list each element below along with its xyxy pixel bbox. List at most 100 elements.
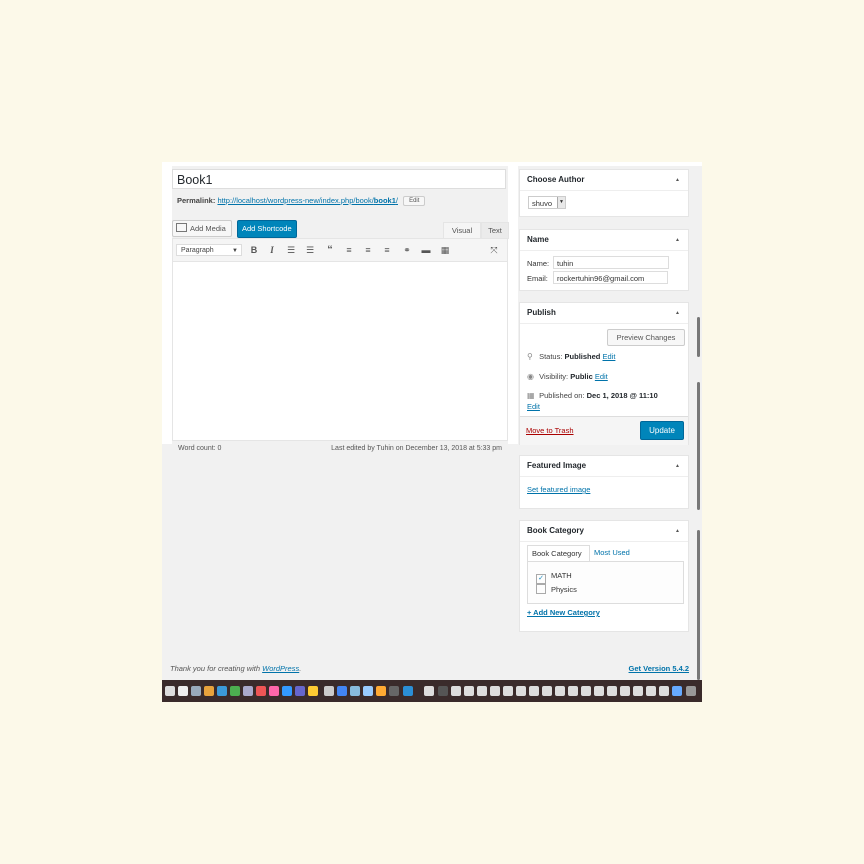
permalink-edit-button[interactable]: Edit <box>403 196 426 207</box>
editor-content-area[interactable] <box>172 261 508 441</box>
window-icon[interactable] <box>568 686 578 696</box>
italic-icon[interactable]: I <box>266 243 278 257</box>
collapse-toggle-icon[interactable]: ▲ <box>675 456 680 476</box>
window-icon[interactable] <box>581 686 591 696</box>
window-icon[interactable] <box>503 686 513 696</box>
app-icon[interactable] <box>324 686 334 696</box>
post-title-input[interactable]: Book1 <box>172 169 506 189</box>
app-icon[interactable] <box>308 686 318 696</box>
app-icon[interactable] <box>256 686 266 696</box>
tab-visual[interactable]: Visual <box>443 222 481 239</box>
permalink-link[interactable]: http://localhost/wordpress-new/index.php… <box>217 196 398 205</box>
wordpress-link[interactable]: WordPress <box>262 664 299 673</box>
name-input[interactable]: tuhin <box>553 256 669 269</box>
email-input[interactable]: rockertuhin96@gmail.com <box>553 271 668 284</box>
status-edit-link[interactable]: Edit <box>602 352 615 361</box>
publish-title-text: Publish <box>527 308 556 317</box>
choose-author-title[interactable]: Choose Author ▲ <box>520 170 688 191</box>
app-icon[interactable] <box>243 686 253 696</box>
toolbar-toggle-icon[interactable]: ▦ <box>439 243 451 257</box>
publish-actions: Move to Trash Update <box>520 416 688 445</box>
get-version-link[interactable]: Get Version 5.4.2 <box>629 664 689 673</box>
book-category-title[interactable]: Book Category ▲ <box>520 521 688 542</box>
checkbox-icon[interactable] <box>536 584 546 594</box>
window-icon[interactable] <box>490 686 500 696</box>
category-item-label: Physics <box>551 585 577 594</box>
blockquote-icon[interactable]: “ <box>324 243 336 257</box>
window-icon[interactable] <box>451 686 461 696</box>
app-icon[interactable] <box>204 686 214 696</box>
window-icon[interactable] <box>646 686 656 696</box>
window-icon[interactable] <box>594 686 604 696</box>
app-icon[interactable] <box>403 686 413 696</box>
trash-icon[interactable] <box>686 686 696 696</box>
align-left-icon[interactable]: ≡ <box>343 243 355 257</box>
move-to-trash-link[interactable]: Move to Trash <box>526 426 574 435</box>
window-icon[interactable] <box>477 686 487 696</box>
numbered-list-icon[interactable]: ☰ <box>304 243 316 257</box>
scrollbar-thumb[interactable] <box>697 530 700 680</box>
published-label: Published on: <box>539 391 585 400</box>
tab-book-category[interactable]: Book Category <box>527 545 590 561</box>
app-icon[interactable] <box>438 686 448 696</box>
app-icon[interactable] <box>178 686 188 696</box>
app-icon[interactable] <box>191 686 201 696</box>
window-icon[interactable] <box>607 686 617 696</box>
update-button[interactable]: Update <box>640 421 684 440</box>
scrollbar-thumb[interactable] <box>697 317 700 357</box>
app-icon[interactable] <box>295 686 305 696</box>
published-edit-link[interactable]: Edit <box>527 402 540 411</box>
app-icon[interactable] <box>269 686 279 696</box>
chevron-down-icon: ▼ <box>557 197 565 208</box>
read-more-icon[interactable]: ▬ <box>420 243 432 257</box>
link-icon[interactable]: ⚭ <box>401 243 413 257</box>
add-shortcode-button[interactable]: Add Shortcode <box>237 220 297 238</box>
window-icon[interactable] <box>464 686 474 696</box>
app-icon[interactable] <box>230 686 240 696</box>
align-right-icon[interactable]: ≡ <box>381 243 393 257</box>
name-box-title[interactable]: Name ▲ <box>520 230 688 251</box>
category-item-math[interactable]: ✓ MATH <box>536 571 572 584</box>
format-select[interactable]: Paragraph ▼ <box>176 244 242 256</box>
app-icon[interactable] <box>376 686 386 696</box>
category-item-physics[interactable]: Physics <box>536 584 577 594</box>
tab-text[interactable]: Text <box>481 222 509 239</box>
window-icon[interactable] <box>633 686 643 696</box>
featured-image-title[interactable]: Featured Image ▲ <box>520 456 688 477</box>
finder-icon[interactable] <box>165 686 175 696</box>
app-icon[interactable] <box>282 686 292 696</box>
bullet-list-icon[interactable]: ☰ <box>285 243 297 257</box>
app-icon[interactable] <box>672 686 682 696</box>
choose-author-box: Choose Author ▲ shuvo ▼ <box>519 169 689 217</box>
app-icon[interactable] <box>389 686 399 696</box>
window-icon[interactable] <box>659 686 669 696</box>
align-center-icon[interactable]: ≡ <box>362 243 374 257</box>
collapse-toggle-icon[interactable]: ▲ <box>675 230 680 250</box>
checkbox-checked-icon[interactable]: ✓ <box>536 574 546 584</box>
window-icon[interactable] <box>542 686 552 696</box>
collapse-toggle-icon[interactable]: ▲ <box>675 521 680 541</box>
window-icon[interactable] <box>529 686 539 696</box>
tab-most-used[interactable]: Most Used <box>594 545 630 561</box>
window-icon[interactable] <box>555 686 565 696</box>
app-icon[interactable] <box>363 686 373 696</box>
fullscreen-icon[interactable]: ⤧ <box>488 243 500 257</box>
category-item-label: MATH <box>551 571 572 580</box>
chrome-icon[interactable] <box>337 686 347 696</box>
add-new-category-link[interactable]: + Add New Category <box>527 608 600 617</box>
scrollbar-thumb[interactable] <box>697 382 700 510</box>
collapse-toggle-icon[interactable]: ▲ <box>675 170 680 190</box>
add-media-button[interactable]: Add Media <box>172 220 232 237</box>
author-select[interactable]: shuvo ▼ <box>528 196 566 209</box>
app-icon[interactable] <box>350 686 360 696</box>
visibility-edit-link[interactable]: Edit <box>595 372 608 381</box>
collapse-toggle-icon[interactable]: ▲ <box>675 303 680 323</box>
app-icon[interactable] <box>217 686 227 696</box>
app-icon[interactable] <box>424 686 434 696</box>
window-icon[interactable] <box>516 686 526 696</box>
set-featured-image-link[interactable]: Set featured image <box>527 485 590 494</box>
publish-title[interactable]: Publish ▲ <box>520 303 688 324</box>
window-icon[interactable] <box>620 686 630 696</box>
preview-changes-button[interactable]: Preview Changes <box>607 329 685 346</box>
bold-icon[interactable]: B <box>248 243 260 257</box>
